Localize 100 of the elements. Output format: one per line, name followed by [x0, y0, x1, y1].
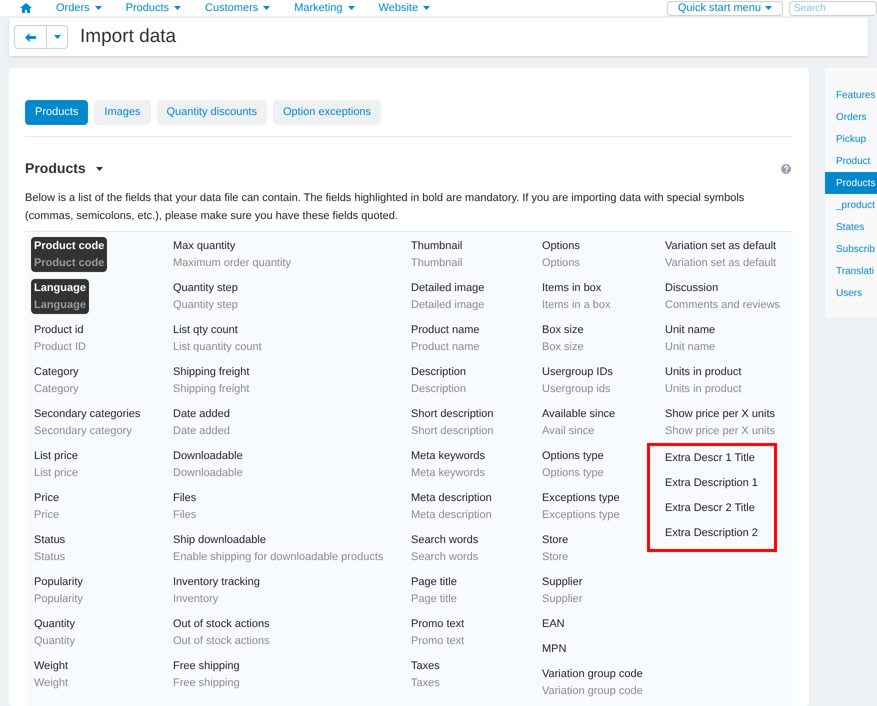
- field-description: Options type: [542, 466, 605, 481]
- field-name: EAN: [542, 617, 566, 632]
- nav-menu-link[interactable]: Products: [126, 0, 182, 16]
- field-description: Units in product: [665, 382, 742, 397]
- field-name: List qty count: [173, 323, 239, 338]
- home-icon[interactable]: [20, 3, 32, 13]
- section-title[interactable]: Products: [25, 158, 86, 179]
- tab[interactable]: Option exceptions: [273, 100, 382, 125]
- field-description: Language: [34, 298, 86, 313]
- field-description: Short description: [411, 424, 495, 439]
- field-name: Quantity: [34, 617, 76, 632]
- tab[interactable]: Quantity discounts: [156, 100, 267, 125]
- field-name: Exceptions type: [542, 491, 621, 506]
- field-description: Shipping freight: [173, 382, 250, 397]
- field-name: Popularity: [34, 575, 84, 590]
- field-description: Out of stock actions: [173, 634, 271, 649]
- field-name: Description: [411, 365, 468, 380]
- field-description: Box size: [542, 340, 585, 355]
- caret-icon: [348, 6, 355, 10]
- field-name: Product code: [34, 239, 104, 254]
- field-description: Maximum order quantity: [173, 256, 292, 271]
- page-title: Import data: [80, 24, 176, 49]
- field-description: Comments and reviews: [665, 298, 781, 313]
- field-name: Box size: [542, 323, 585, 338]
- sidebar-link[interactable]: _product: [825, 194, 877, 216]
- caret-icon: [263, 6, 270, 10]
- field-name: Date added: [173, 407, 231, 422]
- field-name: Options: [542, 239, 581, 254]
- field-name: Variation group code: [542, 667, 644, 682]
- field-description: Secondary category: [34, 424, 133, 439]
- sidebar-link[interactable]: Pickup: [825, 128, 877, 150]
- sidebar-link[interactable]: Features: [825, 84, 877, 106]
- field-name: Promo text: [411, 617, 466, 632]
- field-name: List price: [34, 449, 80, 464]
- field-name: Extra Descr 2 Title: [665, 501, 756, 516]
- field-description: Product code: [34, 256, 104, 271]
- field-description: Quantity: [34, 634, 76, 649]
- field-description: Popularity: [34, 592, 84, 607]
- field-description: Search words: [411, 550, 480, 565]
- nav-menu-link[interactable]: Marketing: [294, 0, 355, 16]
- field-name: Unit name: [665, 323, 716, 338]
- field-description: Supplier: [542, 592, 584, 607]
- field-description: Exceptions type: [542, 508, 621, 523]
- sidebar-link[interactable]: Products: [825, 172, 877, 194]
- field-description: Variation set as default: [665, 256, 778, 271]
- field-name: Meta keywords: [411, 449, 486, 464]
- field-name: Files: [173, 491, 198, 506]
- sidebar-link[interactable]: States: [825, 216, 877, 238]
- field-name: Available since: [542, 407, 616, 422]
- field-description: Price: [34, 508, 60, 523]
- field-name: Extra Descr 1 Title: [665, 451, 756, 466]
- help-icon[interactable]: [781, 164, 791, 174]
- field-description: Weight: [34, 676, 70, 691]
- field-description: Category: [34, 382, 80, 397]
- field-name: Search words: [411, 533, 480, 548]
- field-name: Shipping freight: [173, 365, 250, 380]
- nav-menu-link[interactable]: Website: [378, 0, 430, 16]
- field-description: Files: [173, 508, 198, 523]
- sidebar-link[interactable]: Product: [825, 150, 877, 172]
- field-description: Promo text: [411, 634, 466, 649]
- caret-icon: [94, 6, 102, 10]
- field-name: Downloadable: [173, 449, 244, 464]
- field-name: Product id: [34, 323, 85, 338]
- field-description: Avail since: [542, 424, 596, 439]
- field-name: Out of stock actions: [173, 617, 271, 632]
- field-name: MPN: [542, 642, 568, 657]
- sidebar-link[interactable]: Translati: [825, 260, 877, 282]
- search-field[interactable]: Search: [789, 0, 877, 16]
- field-name: Thumbnail: [411, 239, 464, 254]
- field-name: Weight: [34, 659, 70, 674]
- field-name: Product name: [411, 323, 480, 338]
- field-description: Show price per X units: [665, 424, 776, 439]
- field-description: Taxes: [411, 676, 441, 691]
- field-description: Downloadable: [173, 466, 244, 481]
- field-name: Detailed image: [411, 281, 486, 296]
- field-description: Store: [542, 550, 570, 565]
- nav-menu-link[interactable]: Customers: [205, 0, 270, 16]
- field-name: Usergroup IDs: [542, 365, 614, 380]
- field-name: Inventory tracking: [173, 575, 261, 590]
- sidebar-link[interactable]: Orders: [825, 106, 877, 128]
- field-description: Options: [542, 256, 581, 271]
- quick-start-menu-button[interactable]: Quick start menu: [666, 0, 783, 16]
- field-description: Description: [411, 382, 468, 397]
- tab[interactable]: Products: [25, 100, 88, 125]
- field-name: Quantity step: [173, 281, 239, 296]
- field-name: Page title: [411, 575, 458, 590]
- field-name: Secondary categories: [34, 407, 142, 422]
- field-description: Date added: [173, 424, 231, 439]
- sidebar-link[interactable]: Subscrib: [825, 238, 877, 260]
- field-description: Inventory: [173, 592, 220, 607]
- caret-icon: [174, 6, 182, 10]
- field-description: Meta description: [411, 508, 493, 523]
- field-name: Supplier: [542, 575, 584, 590]
- sidebar-link[interactable]: Users: [825, 282, 877, 304]
- field-description: Thumbnail: [411, 256, 464, 271]
- field-description: Page title: [411, 592, 458, 607]
- nav-menu-link[interactable]: Orders: [56, 0, 102, 16]
- tab[interactable]: Images: [94, 100, 150, 125]
- caret-icon: [54, 35, 60, 39]
- caret-icon: [423, 6, 430, 10]
